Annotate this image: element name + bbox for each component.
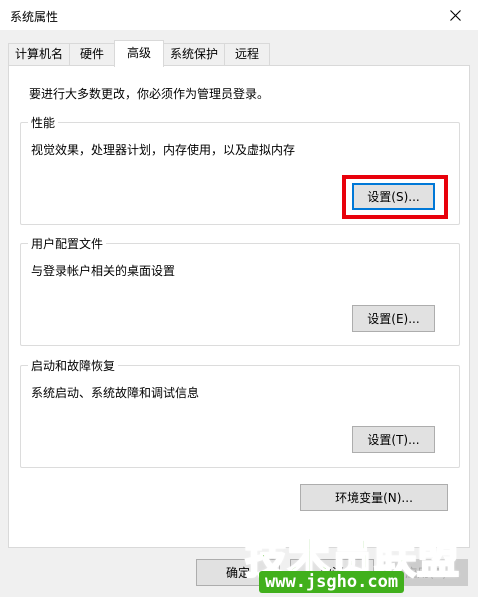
admin-notice: 要进行大多数更改，你必须作为管理员登录。	[29, 87, 270, 101]
startup-recovery-description: 系统启动、系统故障和调试信息	[31, 386, 200, 400]
close-icon	[449, 9, 461, 21]
performance-group-title: 性能	[28, 114, 59, 131]
performance-description: 视觉效果，处理器计划，内存使用，以及虚拟内存	[31, 143, 296, 157]
title-bar: 系统属性	[0, 0, 478, 30]
user-profiles-description: 与登录帐户相关的桌面设置	[31, 264, 176, 278]
startup-recovery-group-title: 启动和故障恢复	[28, 357, 119, 374]
startup-recovery-settings-button[interactable]: 设置(T)...	[352, 426, 435, 453]
tab-remote[interactable]: 远程	[224, 43, 270, 66]
highlight-box	[342, 175, 448, 219]
tab-computer-name[interactable]: 计算机名	[8, 43, 70, 66]
startup-recovery-group: 启动和故障恢复 系统启动、系统故障和调试信息 设置(T)...	[20, 357, 460, 468]
ok-button[interactable]: 确定	[196, 559, 280, 586]
advanced-tab-panel: 要进行大多数更改，你必须作为管理员登录。 性能 视觉效果，处理器计划，内存使用，…	[8, 65, 470, 548]
close-button[interactable]	[432, 0, 478, 30]
user-profiles-settings-button[interactable]: 设置(E)...	[352, 305, 435, 332]
tab-hardware[interactable]: 硬件	[69, 43, 115, 66]
apply-button[interactable]: 应用(A)	[384, 559, 468, 586]
user-profiles-group: 用户配置文件 与登录帐户相关的桌面设置 设置(E)...	[20, 235, 460, 346]
user-profiles-group-title: 用户配置文件	[28, 235, 107, 252]
cancel-button[interactable]: 取消	[290, 559, 374, 586]
tab-advanced[interactable]: 高级	[114, 40, 164, 67]
tab-system-protection[interactable]: 系统保护	[163, 43, 225, 66]
window-title: 系统属性	[10, 10, 59, 24]
environment-variables-button[interactable]: 环境变量(N)...	[300, 484, 448, 511]
